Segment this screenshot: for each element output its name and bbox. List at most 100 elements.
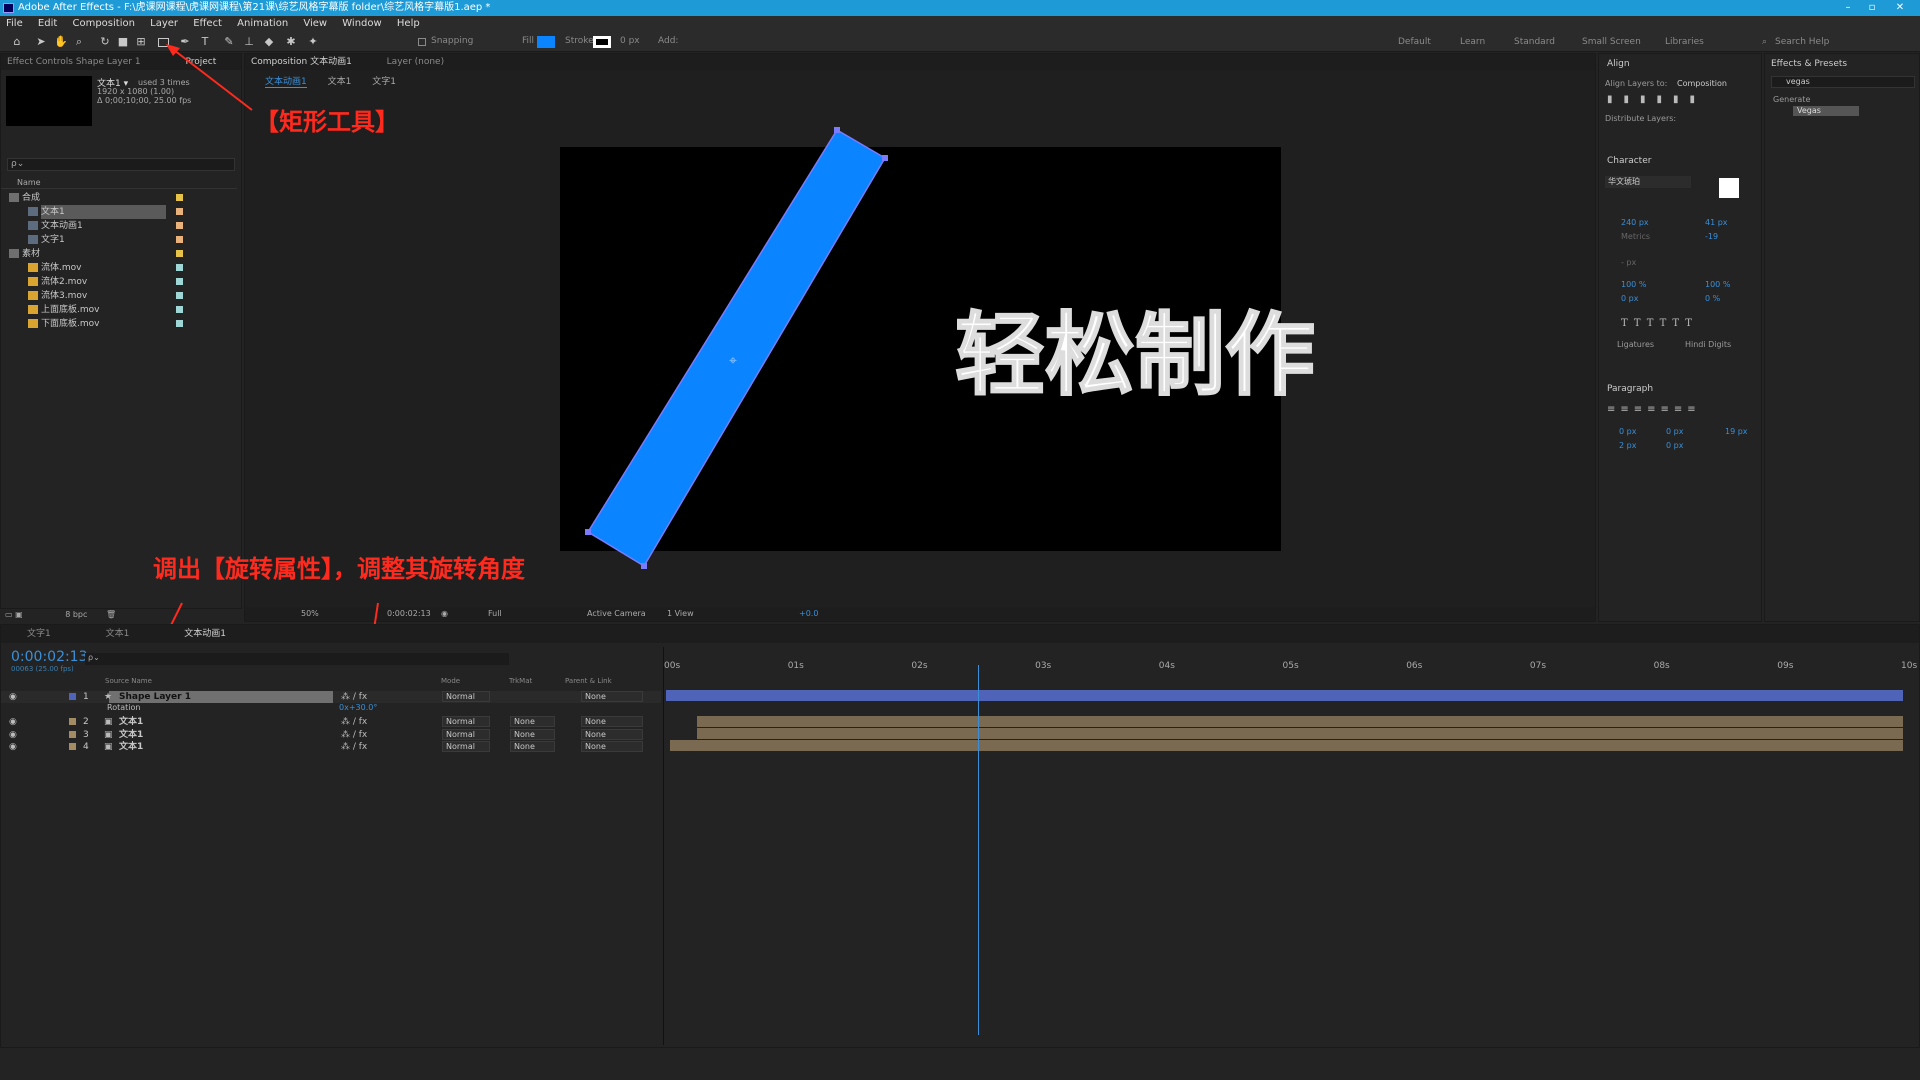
layer-duration-bar[interactable] (669, 740, 1903, 751)
effects-group-generate[interactable]: Generate (1773, 95, 1810, 104)
fill-color-swatch[interactable] (537, 36, 555, 48)
playhead[interactable] (977, 665, 979, 1035)
indent-left[interactable]: 0 px (1619, 427, 1636, 436)
visibility-eye-icon[interactable]: ◉ (9, 741, 17, 753)
vertex-handle[interactable] (834, 127, 840, 133)
blend-mode-select[interactable]: Normal (442, 729, 490, 740)
roto-brush-tool-icon[interactable]: ✱ (284, 35, 298, 49)
workspace-standard[interactable]: Standard (1514, 37, 1555, 47)
menu-window[interactable]: Window (336, 16, 387, 32)
workspace-small-screen[interactable]: Small Screen (1582, 37, 1641, 47)
font-family-select[interactable]: 华文琥珀 (1605, 176, 1691, 188)
camera-snapshot-icon[interactable]: ◉ (441, 607, 448, 621)
anchor-point-icon[interactable]: ⌖ (729, 353, 737, 369)
ligatures-checkbox[interactable]: Ligatures (1617, 340, 1654, 349)
first-line-indent[interactable]: 2 px (1619, 441, 1636, 450)
text-style-buttons[interactable]: TTTTTT (1621, 318, 1698, 329)
view-layout-select[interactable]: 1 View (667, 607, 694, 621)
layer-duration-bar[interactable] (696, 716, 1903, 727)
project-item[interactable]: 文本1 (1, 205, 231, 219)
minimize-icon[interactable]: – (1838, 0, 1858, 16)
timeline-layer-row[interactable]: ◉ 1 ★ Shape Layer 1 ⁂ / fx Normal None (1, 691, 661, 703)
parent-select[interactable]: None (581, 716, 643, 727)
zoom-tool-icon[interactable]: ⌕ (72, 35, 86, 49)
new-folder-icon[interactable]: ▭ (5, 610, 13, 619)
tab-timeline-1[interactable]: 文字1 (21, 629, 57, 639)
vertex-handle[interactable] (585, 529, 591, 535)
project-item[interactable]: 文字1 (1, 233, 231, 247)
timeline-search-input[interactable]: ρ⌄ (85, 653, 509, 665)
search-icon[interactable]: ⌕ (1762, 37, 1767, 47)
font-size-value[interactable]: 240 px (1621, 218, 1649, 227)
label-color-swatch[interactable] (176, 306, 183, 313)
timeline-layer-row[interactable]: ◉ 2 ▣ 文本1 ⁂ / fx Normal None None (1, 716, 661, 728)
exposure-value[interactable]: +0.0 (799, 607, 818, 621)
menu-help[interactable]: Help (391, 16, 426, 32)
zoom-value[interactable]: 50% (301, 607, 319, 621)
track-matte-select[interactable]: None (510, 716, 555, 727)
label-color-swatch[interactable] (176, 320, 183, 327)
comp-time[interactable]: 0:00:02:13 (387, 607, 431, 621)
new-comp-icon[interactable]: ▣ (15, 610, 23, 619)
menu-edit[interactable]: Edit (32, 16, 63, 32)
tab-timeline-3[interactable]: 文本动画1 (178, 629, 232, 639)
paragraph-align-buttons[interactable]: ≡≡≡≡≡≡≡ (1607, 404, 1701, 415)
project-search-input[interactable]: ρ⌄ (7, 158, 235, 171)
layer-name[interactable]: 文本1 (119, 741, 143, 753)
col-name-header[interactable]: Name (1, 178, 237, 189)
parent-select[interactable]: None (581, 691, 643, 702)
col-trkmat[interactable]: TrkMat (509, 677, 532, 685)
col-mode[interactable]: Mode (441, 677, 460, 685)
col-source-name[interactable]: Source Name (105, 677, 152, 685)
current-time[interactable]: 0:00:02:13 (11, 649, 88, 665)
eraser-tool-icon[interactable]: ◆ (262, 35, 276, 49)
fill-color-swatch-char[interactable] (1719, 178, 1739, 198)
layer-label-color[interactable] (69, 718, 76, 725)
menu-composition[interactable]: Composition (66, 16, 140, 32)
rectangle-shape[interactable] (588, 130, 885, 566)
snapping-checkbox[interactable] (418, 38, 426, 46)
stroke-width-char[interactable]: - px (1621, 258, 1636, 267)
menu-file[interactable]: File (0, 16, 29, 32)
layer-name[interactable]: 文本1 (119, 716, 143, 728)
maximize-icon[interactable]: ▫ (1862, 0, 1882, 16)
workspace-learn[interactable]: Learn (1460, 37, 1485, 47)
project-item[interactable]: 下面底板.mov (1, 317, 231, 331)
track-matte-select[interactable]: None (510, 729, 555, 740)
hand-tool-icon[interactable]: ✋ (54, 35, 68, 49)
label-color-swatch[interactable] (176, 250, 183, 257)
home-icon[interactable]: ⌂ (10, 35, 24, 49)
layer-switches[interactable]: ⁂ / fx (341, 716, 367, 728)
track-matte-select[interactable]: None (510, 741, 555, 752)
rotation-value[interactable]: 0x+30.0° (339, 703, 377, 712)
blend-mode-select[interactable]: Normal (442, 691, 490, 702)
parent-select[interactable]: None (581, 741, 643, 752)
tsume-value[interactable]: 0 % (1705, 294, 1720, 303)
workspace-libraries[interactable]: Libraries (1665, 37, 1704, 47)
timeline-layer-row[interactable]: ◉ 3 ▣ 文本1 ⁂ / fx Normal None None (1, 729, 661, 741)
label-color-swatch[interactable] (176, 264, 183, 271)
space-before[interactable]: 19 px (1725, 427, 1748, 436)
vertical-scale[interactable]: 100 % (1621, 280, 1646, 289)
project-item[interactable]: 流体.mov (1, 261, 231, 275)
align-buttons[interactable]: ▮▮▮▮▮▮ (1607, 94, 1755, 105)
tab-timeline-2[interactable]: 文本1 (100, 629, 136, 639)
brush-tool-icon[interactable]: ✎ (222, 35, 236, 49)
horizontal-scale[interactable]: 100 % (1705, 280, 1730, 289)
type-tool-icon[interactable]: T (198, 35, 212, 49)
layer-label-color[interactable] (69, 693, 76, 700)
close-icon[interactable]: ✕ (1890, 0, 1910, 16)
project-item[interactable]: 流体2.mov (1, 275, 231, 289)
camera-select[interactable]: Active Camera (587, 607, 646, 621)
timeline-layer-row[interactable]: ◉ 4 ▣ 文本1 ⁂ / fx Normal None None (1, 741, 661, 753)
menu-layer[interactable]: Layer (144, 16, 184, 32)
label-color-swatch[interactable] (176, 292, 183, 299)
col-parent[interactable]: Parent & Link (565, 677, 612, 685)
workspace-default[interactable]: Default (1398, 37, 1431, 47)
tab-project[interactable]: Project (179, 57, 222, 67)
add-label[interactable]: Add: (658, 36, 678, 46)
layer-switches[interactable]: ⁂ / fx (341, 741, 367, 753)
layer-label-color[interactable] (69, 743, 76, 750)
label-color-swatch[interactable] (176, 278, 183, 285)
bpc-value[interactable]: 8 bpc (65, 610, 87, 619)
